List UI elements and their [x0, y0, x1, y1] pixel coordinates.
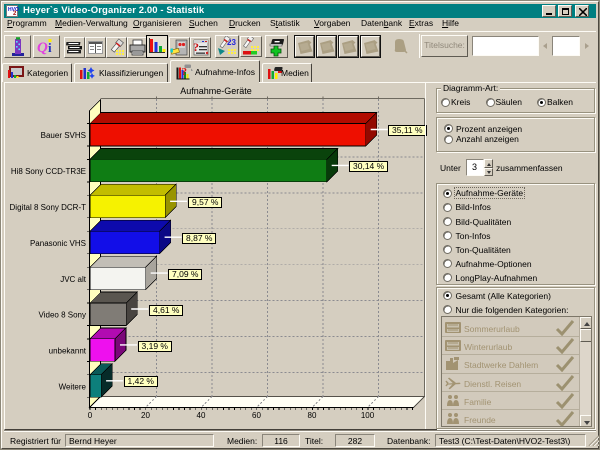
svg-text:20: 20 [141, 411, 150, 420]
svg-text:Aufnahme-Geräte: Aufnahme-Geräte [180, 86, 252, 96]
svg-text:60: 60 [252, 411, 261, 420]
svg-text:Q: Q [37, 40, 48, 56]
svg-text:Panasonic VHS: Panasonic VHS [30, 239, 86, 248]
svg-text:Digital 8 Sony DCR-T: Digital 8 Sony DCR-T [10, 203, 87, 212]
svg-text:100: 100 [361, 411, 375, 420]
svg-text:Hi8 Sony CCD-TR3E: Hi8 Sony CCD-TR3E [11, 167, 86, 176]
svg-text:?: ? [182, 66, 188, 78]
svg-text:Weitere: Weitere [59, 383, 87, 392]
svg-text:JVC alt: JVC alt [60, 275, 87, 284]
svg-text:80: 80 [308, 411, 317, 420]
svg-text:Bauer SVHS: Bauer SVHS [41, 131, 86, 140]
svg-text:unbekannt: unbekannt [49, 347, 87, 356]
svg-text:Video 8 Sony: Video 8 Sony [39, 311, 86, 320]
svg-text:0: 0 [88, 411, 93, 420]
svg-text:?: ? [193, 40, 199, 54]
svg-text:40: 40 [197, 411, 206, 420]
svg-text:i: i [48, 40, 52, 55]
